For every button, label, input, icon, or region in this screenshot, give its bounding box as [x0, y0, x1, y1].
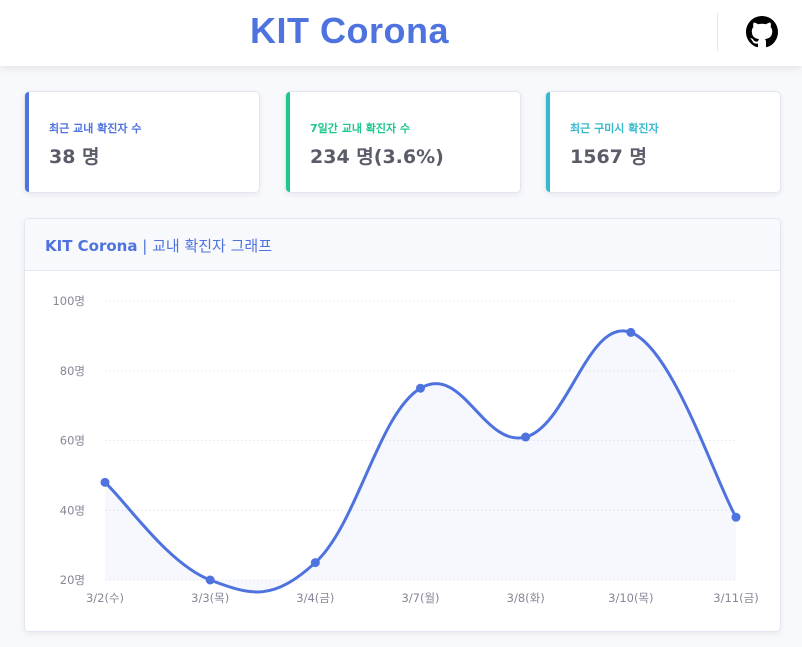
data-point	[731, 512, 741, 522]
topbar-divider	[717, 13, 718, 51]
chart-card: KIT Corona | 교내 확진자 그래프 20명 40명 60명 80명 100명…	[24, 218, 781, 632]
stat-card-label: 최근 교내 확진자 수	[49, 122, 142, 135]
y-tick-label: 40명	[60, 503, 85, 517]
data-point	[416, 383, 425, 393]
y-tick-label: 100명	[52, 294, 85, 308]
x-tick-label: 3/2(수)	[86, 591, 124, 605]
confirmed-cases-line-chart[interactable]: 20명 40명 60명 80명 100명 3/2(수) 3/3(목) 3/4(금) 3/7(월)…	[25, 271, 781, 632]
x-tick-label: 3/8(화)	[507, 591, 545, 605]
data-point	[626, 327, 636, 337]
stat-card-value: 38 명	[49, 146, 100, 168]
x-tick-label: 3/3(목)	[191, 591, 229, 605]
data-point	[100, 477, 110, 487]
stat-card-recent-campus: 최근 교내 확진자 수 38 명	[24, 91, 260, 193]
stat-card-value: 234 명(3.6%)	[310, 146, 444, 168]
stat-card-weekly-campus: 7일간 교내 확진자 수 234 명(3.6%)	[285, 91, 521, 193]
brand-title[interactable]: KIT Corona	[250, 10, 449, 52]
chart-title: KIT Corona | 교내 확진자 그래프	[45, 235, 272, 256]
top-navbar: KIT Corona	[0, 0, 802, 66]
x-tick-label: 3/7(월)	[401, 591, 439, 605]
github-icon[interactable]	[746, 16, 778, 48]
chart-title-brand: KIT Corona	[45, 237, 138, 255]
stat-card-label: 최근 구미시 확진자	[570, 122, 659, 135]
x-tick-label: 3/11(금)	[713, 591, 758, 605]
data-point	[310, 558, 320, 568]
x-tick-label: 3/4(금)	[296, 591, 334, 605]
stat-card-gumi-city: 최근 구미시 확진자 1567 명	[545, 91, 781, 193]
x-tick-label: 3/10(목)	[608, 591, 653, 605]
series-area	[105, 330, 736, 592]
y-tick-label: 20명	[60, 573, 85, 587]
stat-card-label: 7일간 교내 확진자 수	[310, 122, 411, 135]
chart-header: KIT Corona | 교내 확진자 그래프	[25, 219, 780, 271]
y-tick-label: 80명	[60, 364, 85, 378]
data-point	[205, 575, 215, 585]
chart-title-text: | 교내 확진자 그래프	[137, 237, 273, 255]
stat-card-value: 1567 명	[570, 146, 647, 168]
data-point	[521, 432, 531, 442]
y-tick-label: 60명	[60, 434, 85, 448]
